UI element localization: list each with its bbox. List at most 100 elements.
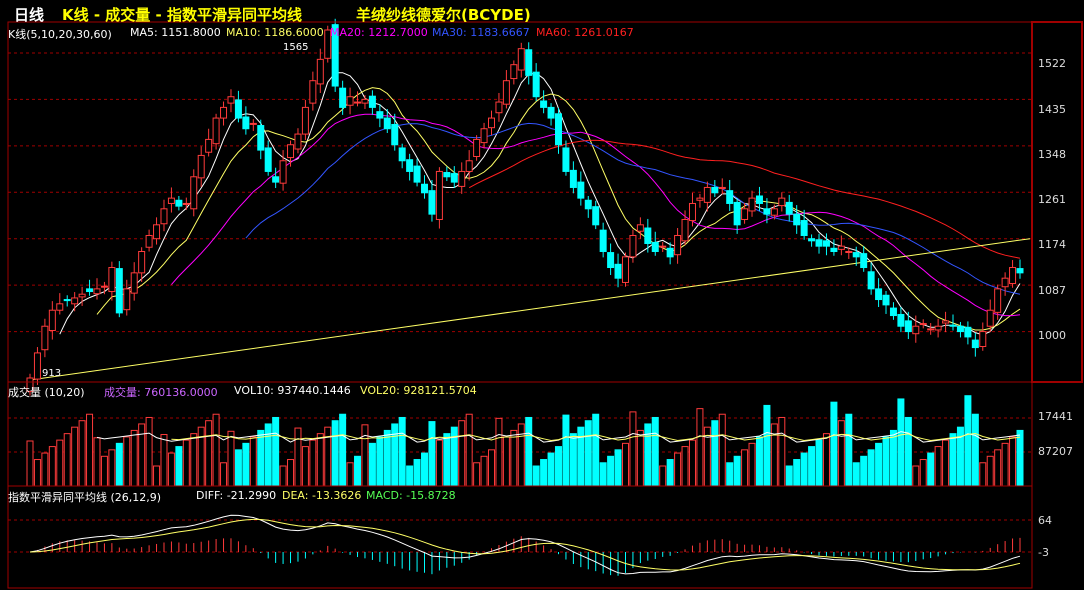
- candle-body: [242, 116, 250, 130]
- volume-bar: [421, 452, 429, 487]
- volume-bar: [301, 446, 309, 487]
- vol-tick-87207: 87207: [1038, 445, 1073, 458]
- candle-body: [897, 313, 905, 327]
- volume-bar: [547, 452, 555, 487]
- vol10-line: [96, 431, 1021, 443]
- candle-body: [919, 323, 927, 326]
- volume-bar: [316, 433, 324, 487]
- volume-bar: [26, 440, 34, 487]
- candle-body: [614, 263, 622, 279]
- volume-bar: [279, 465, 287, 487]
- candle-body: [100, 285, 108, 288]
- volume-bar: [108, 449, 116, 487]
- volume-bar: [927, 452, 935, 487]
- volume-bar: [86, 413, 94, 487]
- candle-body: [934, 325, 942, 331]
- volume-bar: [748, 442, 756, 487]
- volume-bar: [882, 436, 890, 487]
- candle-body: [882, 294, 890, 306]
- volume-bar: [674, 452, 682, 487]
- volume-bar: [368, 442, 376, 487]
- volume-bar: [406, 465, 414, 487]
- candle-body: [495, 101, 503, 114]
- volume-bar: [488, 449, 496, 487]
- volume-bar: [778, 416, 786, 487]
- candle-body: [889, 307, 897, 317]
- volume-bar: [651, 416, 659, 487]
- volume-bar: [822, 433, 830, 487]
- volume-bar: [994, 449, 1002, 487]
- candle-body: [167, 197, 175, 204]
- candle-body: [599, 229, 607, 253]
- volume-bar: [264, 423, 272, 487]
- volume-bar: [167, 452, 175, 487]
- volume-bar: [71, 426, 79, 487]
- candle-body: [398, 147, 406, 162]
- candle-body: [190, 176, 198, 210]
- volume-bar: [569, 433, 577, 487]
- candle-body: [197, 154, 205, 179]
- candle-body: [450, 173, 458, 183]
- ma60-line: [468, 139, 1021, 259]
- candle-body: [688, 202, 696, 222]
- candle-body: [1001, 277, 1009, 288]
- candle-body: [577, 181, 585, 199]
- period-label[interactable]: 日线: [14, 4, 44, 25]
- volume-bar: [458, 420, 466, 487]
- volume-bar: [912, 465, 920, 487]
- candle-body: [956, 325, 964, 333]
- volume-bar: [190, 433, 198, 487]
- volume-bar: [130, 429, 138, 487]
- candle-body: [391, 123, 399, 146]
- ma30-value: MA30: 1183.6667: [432, 26, 530, 39]
- candle-body: [666, 247, 674, 258]
- volume-bar: [629, 411, 637, 487]
- volume-bar: [1001, 442, 1009, 487]
- volume-bar: [897, 398, 905, 487]
- volume-bar: [860, 455, 868, 487]
- volume-bar: [793, 459, 801, 487]
- volume-bar: [294, 427, 302, 487]
- volume-bar: [287, 459, 295, 487]
- candle-body: [629, 234, 637, 258]
- volume-bar: [711, 420, 719, 487]
- volume-bar: [502, 436, 510, 487]
- chart-canvas[interactable]: [0, 0, 1084, 590]
- candle-body: [830, 247, 838, 253]
- candle-body: [145, 234, 153, 248]
- volume-bar: [934, 446, 942, 487]
- candlesticks: [26, 18, 1024, 396]
- candle-body: [681, 218, 689, 242]
- candle-body: [406, 159, 414, 172]
- candle-body: [904, 320, 912, 333]
- candle-body: [927, 328, 935, 331]
- trend-line: [29, 238, 1031, 381]
- volume-bar: [78, 420, 86, 487]
- candle-body: [1009, 267, 1017, 285]
- volume-bar: [100, 455, 108, 487]
- volume-bar: [465, 413, 473, 487]
- candle-body: [755, 195, 763, 204]
- candle-body: [703, 186, 711, 203]
- candle-body: [1016, 268, 1024, 274]
- candle-body: [272, 176, 280, 183]
- candle-body: [741, 208, 749, 220]
- volume-bar: [115, 442, 123, 487]
- candle-body: [763, 208, 771, 215]
- candle-body: [718, 186, 726, 190]
- candle-body: [815, 239, 823, 247]
- diff-value: DIFF: -21.2990: [196, 489, 277, 502]
- volume-bar: [540, 459, 548, 487]
- volume-bar: [182, 439, 190, 487]
- candle-body: [822, 240, 830, 247]
- volume-value: 成交量: 760136.0000: [104, 386, 218, 399]
- candle-body: [41, 325, 49, 351]
- candle-body: [793, 213, 801, 226]
- candle-body: [249, 122, 257, 125]
- volume-bar: [837, 420, 845, 487]
- candle-body: [227, 96, 235, 104]
- candle-body: [800, 220, 808, 236]
- candle-body: [770, 208, 778, 216]
- volume-bar: [532, 465, 540, 487]
- volume-bar: [726, 462, 734, 487]
